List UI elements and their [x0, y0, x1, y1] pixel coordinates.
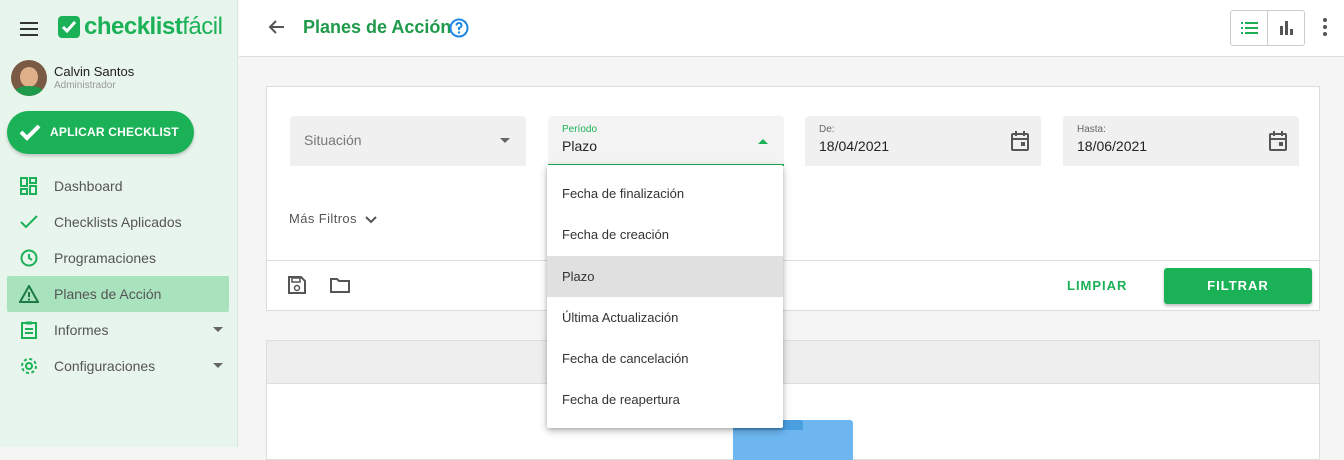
gear-icon [21, 358, 37, 374]
sidebar-item-configuraciones[interactable]: Configuraciones [7, 348, 229, 384]
more-options-icon[interactable] [1323, 18, 1327, 36]
dropdown-arrow-up-icon [758, 139, 768, 144]
user-role: Administrador [54, 80, 116, 91]
avatar [11, 60, 47, 96]
chevron-down-icon [365, 215, 377, 223]
menu-icon[interactable] [20, 22, 38, 36]
results-panel [266, 340, 1320, 460]
sidebar-item-programaciones[interactable]: Programaciones [7, 240, 229, 276]
sidebar-item-planes-de-accion[interactable]: Planes de Acción [7, 276, 229, 312]
apply-checklist-button[interactable]: APLICAR CHECKLIST [7, 111, 194, 154]
list-icon [1241, 22, 1258, 34]
calendar-icon[interactable] [1269, 131, 1287, 151]
sidebar-item-informes[interactable]: Informes [7, 312, 229, 348]
chart-view-button[interactable] [1268, 11, 1305, 45]
periodo-select[interactable]: Período Plazo [548, 116, 784, 166]
check-icon [19, 124, 41, 141]
folder-icon[interactable] [330, 277, 350, 293]
results-header [267, 341, 1319, 384]
periodo-option-selected[interactable]: Plazo [547, 255, 783, 297]
filter-actions: LIMPIAR FILTRAR [267, 260, 1319, 311]
logo-icon [58, 16, 80, 38]
warning-icon [19, 285, 39, 303]
more-filters-toggle[interactable]: Más Filtros [289, 211, 377, 226]
top-bar: Planes de Acción [239, 0, 1344, 57]
logo[interactable]: checklistfácil [84, 13, 223, 41]
date-from-field[interactable]: De: 18/04/2021 [805, 116, 1041, 166]
clipboard-icon [21, 321, 37, 339]
periodo-option[interactable]: Fecha de reapertura [547, 379, 783, 420]
periodo-option[interactable]: Fecha de creación [547, 214, 783, 255]
dropdown-arrow-icon [500, 138, 510, 143]
filter-button[interactable]: FILTRAR [1164, 268, 1312, 304]
clock-icon [20, 249, 38, 267]
date-to-field[interactable]: Hasta: 18/06/2021 [1063, 116, 1299, 166]
periodo-dropdown-menu: Fecha de finalización Fecha de creación … [547, 165, 783, 428]
periodo-option[interactable]: Fecha de cancelación [547, 338, 783, 379]
periodo-option[interactable]: Fecha de finalización [547, 173, 783, 214]
clear-button[interactable]: LIMPIAR [1067, 278, 1127, 293]
sidebar-item-dashboard[interactable]: Dashboard [7, 168, 229, 204]
chevron-down-icon [213, 327, 223, 332]
check-icon [20, 215, 38, 229]
sidebar: checklistfácil Calvin Santos Administrad… [0, 0, 238, 447]
filter-panel: Situación Período Plazo De: 18/04/2021 H… [266, 86, 1320, 311]
brand-bar: checklistfácil [0, 10, 238, 46]
save-icon[interactable] [288, 276, 306, 294]
arrow-back-icon[interactable] [267, 17, 287, 37]
view-toggle [1230, 10, 1305, 46]
sidebar-nav: Dashboard Checklists Aplicados Programac… [7, 168, 229, 384]
sidebar-item-checklists-aplicados[interactable]: Checklists Aplicados [7, 204, 229, 240]
user-name: Calvin Santos [54, 64, 135, 79]
user-profile[interactable]: Calvin Santos Administrador [11, 60, 231, 96]
bar-chart-icon [1280, 21, 1293, 35]
list-view-button[interactable] [1231, 11, 1268, 45]
periodo-option[interactable]: Última Actualización [547, 297, 783, 338]
chevron-down-icon [213, 363, 223, 368]
dashboard-icon [20, 177, 37, 195]
help-icon[interactable] [449, 18, 469, 38]
page-title: Planes de Acción [303, 17, 452, 37]
calendar-icon[interactable] [1011, 131, 1029, 151]
situacion-select[interactable]: Situación [290, 116, 526, 166]
